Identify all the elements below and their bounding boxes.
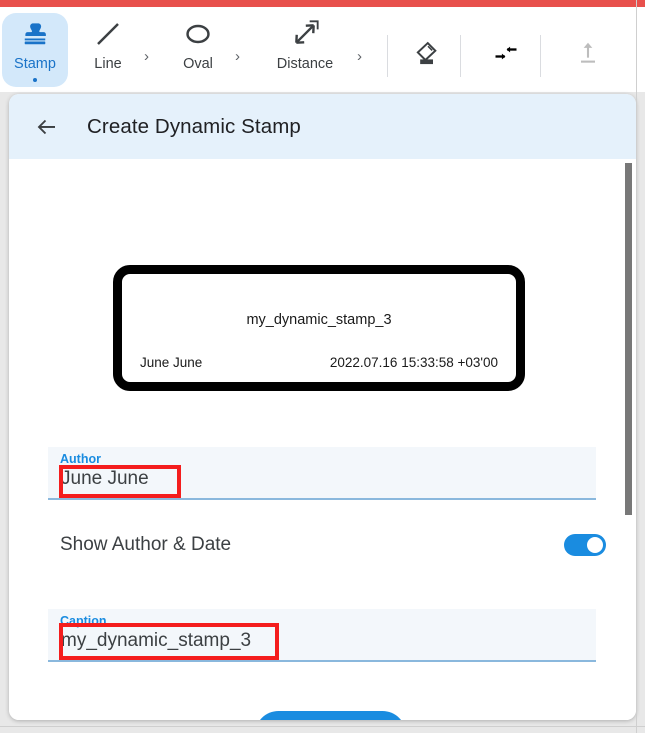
tool-oval[interactable]: Oval	[162, 13, 234, 87]
author-field-label: Author	[60, 452, 101, 466]
tool-stamp[interactable]: Stamp	[2, 13, 68, 87]
bottom-gutter-line	[0, 726, 645, 727]
stamp-preview-author: June June	[140, 355, 203, 370]
toolbar-divider-1	[387, 35, 388, 77]
toolbar-divider-2	[460, 35, 461, 77]
chevron-right-icon-line[interactable]: ›	[144, 49, 149, 64]
create-button[interactable]: CREATE	[255, 711, 406, 720]
create-dynamic-stamp-dialog: Create Dynamic Stamp my_dynamic_stamp_3 …	[9, 94, 636, 720]
toolbar-divider-3	[540, 35, 541, 77]
caption-input[interactable]: my_dynamic_stamp_3	[61, 630, 251, 652]
tool-line[interactable]: Line	[72, 13, 144, 87]
author-input[interactable]: June June	[61, 468, 149, 490]
show-author-date-toggle[interactable]	[564, 534, 606, 556]
back-arrow-icon[interactable]	[34, 114, 60, 140]
caption-field-label: Caption	[60, 614, 107, 628]
collapse-arrows-icon	[492, 39, 520, 72]
show-author-date-label: Show Author & Date	[60, 534, 232, 555]
tool-distance-label: Distance	[276, 56, 334, 72]
page-gutter-line	[636, 0, 637, 733]
vertical-scrollbar[interactable]	[621, 159, 636, 720]
scrollbar-thumb[interactable]	[625, 163, 632, 515]
chevron-right-icon-oval[interactable]: ›	[235, 49, 240, 64]
annotation-toolbar: Stamp Line › Oval › Distance ›	[0, 7, 645, 92]
line-icon	[93, 13, 123, 55]
stamp-preview: my_dynamic_stamp_3 June June 2022.07.16 …	[113, 265, 525, 391]
stamp-preview-caption: my_dynamic_stamp_3	[246, 312, 392, 328]
upload-icon	[574, 39, 602, 72]
distance-icon	[289, 13, 321, 55]
caption-field[interactable]: Caption my_dynamic_stamp_3	[48, 609, 596, 662]
eraser-icon	[412, 39, 440, 72]
dialog-body: my_dynamic_stamp_3 June June 2022.07.16 …	[9, 159, 636, 720]
toggle-knob	[587, 537, 603, 553]
eraser-button[interactable]	[404, 33, 448, 77]
stamp-preview-date: 2022.07.16 15:33:58 +03'00	[329, 355, 498, 370]
stamp-icon	[20, 13, 50, 55]
page-title: Create Dynamic Stamp	[87, 114, 301, 138]
show-author-date-row[interactable]: Show Author & Date	[48, 527, 606, 563]
author-field[interactable]: Author June June	[48, 447, 596, 500]
dialog-header: Create Dynamic Stamp	[9, 94, 636, 159]
tool-line-label: Line	[94, 56, 122, 72]
tool-oval-label: Oval	[183, 56, 213, 72]
oval-icon	[182, 13, 214, 55]
top-accent-bar	[0, 0, 645, 7]
chevron-right-icon-distance[interactable]: ›	[357, 49, 362, 64]
tool-distance[interactable]: Distance	[257, 13, 353, 87]
tool-stamp-label: Stamp	[14, 56, 56, 72]
upload-button[interactable]	[566, 33, 610, 77]
tool-active-indicator	[33, 78, 37, 82]
collapse-button[interactable]	[484, 33, 528, 77]
